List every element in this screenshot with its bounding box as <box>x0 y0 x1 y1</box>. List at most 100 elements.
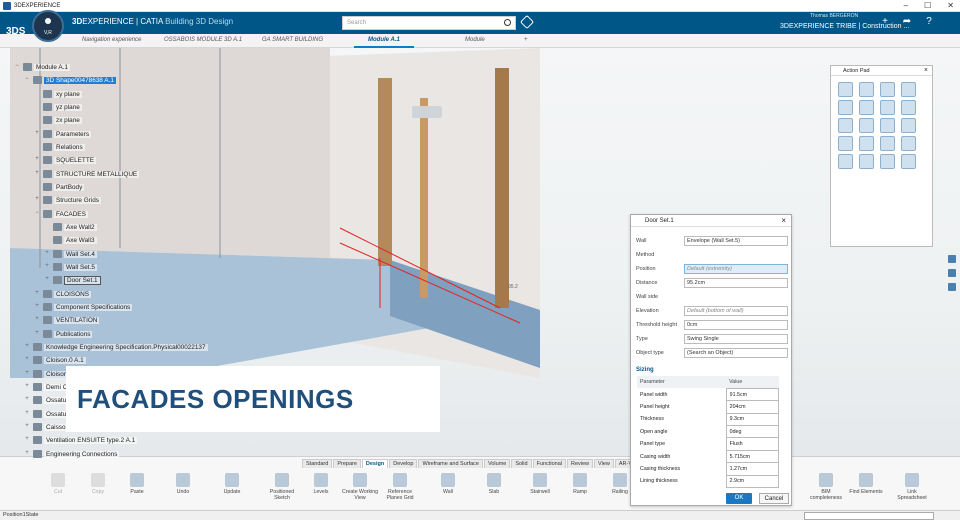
paste-button[interactable]: Paste <box>117 473 157 495</box>
panel-width-field[interactable]: 91.5cm <box>725 387 780 402</box>
tree-node[interactable]: + Publications <box>34 329 93 339</box>
panel-icon[interactable] <box>838 100 853 115</box>
tree-node[interactable]: + Component Specifications <box>34 302 133 312</box>
stairwell-button[interactable]: Stairwell <box>520 473 560 495</box>
position-select[interactable]: Default (extremity) <box>684 263 788 274</box>
formula-icon[interactable] <box>859 154 874 169</box>
tab-ga-smart-building[interactable]: GA SMART BUILDING <box>262 37 323 43</box>
shape-icon[interactable] <box>880 82 895 97</box>
pencil-icon[interactable] <box>838 82 853 97</box>
update-button[interactable]: Update <box>212 473 252 495</box>
ramp-button[interactable]: Ramp <box>560 473 600 495</box>
tab-wireframe-surface[interactable]: Wireframe and Surface <box>418 459 483 468</box>
assembly-icon[interactable] <box>859 136 874 151</box>
panel-type-select[interactable]: Flush <box>725 437 780 451</box>
method-options[interactable] <box>684 249 788 260</box>
tab-volume[interactable]: Volume <box>484 459 511 468</box>
measure-icon[interactable] <box>838 154 853 169</box>
tab-view[interactable]: View <box>594 459 614 468</box>
surface-icon[interactable] <box>859 100 874 115</box>
close-icon[interactable]: × <box>924 67 928 74</box>
thickness-field[interactable]: 9.3cm <box>725 412 780 427</box>
copy-button[interactable]: Copy <box>78 473 118 495</box>
cylinder-icon[interactable] <box>859 118 874 133</box>
tree-node[interactable]: − Module A.1 <box>14 62 70 72</box>
tree-node[interactable]: xy plane <box>34 89 82 99</box>
panel-height-field[interactable]: 204cm <box>725 400 780 414</box>
table-icon[interactable] <box>880 154 895 169</box>
tree-node[interactable]: + Wall Set.4 <box>44 249 97 259</box>
search-icon[interactable] <box>504 19 511 26</box>
tree-node[interactable]: + STRUCTURE METALLIQUE <box>34 169 140 179</box>
tree-node[interactable]: + SQUELETTE <box>34 155 96 165</box>
tree-node[interactable]: + Parameters <box>34 129 92 139</box>
tree-node[interactable]: zx plane <box>34 115 82 125</box>
tab-module-a1[interactable]: Module A.1 <box>354 37 414 48</box>
tab-solid[interactable]: Solid <box>511 459 532 468</box>
tab-functional[interactable]: Functional <box>532 459 566 468</box>
link-spreadsheet-button[interactable]: Link Spreadsheet <box>892 473 932 501</box>
tree-node[interactable]: + Wall Set.5 <box>44 262 97 272</box>
threshold-field[interactable]: 0cm <box>684 319 788 330</box>
tree-node[interactable]: + Door Set.1 <box>44 275 101 285</box>
settings-icon[interactable] <box>948 283 956 291</box>
bim-completeness-button[interactable]: BIM completeness <box>806 473 846 501</box>
tab-develop[interactable]: Develop <box>389 459 418 468</box>
casing-width-field[interactable]: 5.715cm <box>725 449 780 464</box>
layer-icon[interactable] <box>948 269 956 277</box>
maximize-button[interactable]: ☐ <box>924 1 931 10</box>
tree-node[interactable]: Axe Wall2 <box>44 222 97 232</box>
share-icon[interactable]: ➦ <box>900 16 914 27</box>
tab-module[interactable]: Module <box>465 37 485 43</box>
create-working-view-button[interactable]: Create Working View <box>340 473 380 501</box>
minimize-button[interactable]: – <box>904 1 908 10</box>
sizing-section-header[interactable]: Sizing <box>636 367 654 373</box>
search-input[interactable]: Search <box>342 16 516 30</box>
wall-side-buttons[interactable] <box>684 291 788 302</box>
tree-node[interactable]: + Cloison.0 A.1 <box>24 355 86 365</box>
wall-button[interactable]: Wall <box>428 473 468 495</box>
book-icon[interactable] <box>901 118 916 133</box>
cancel-button[interactable]: Cancel <box>759 493 789 504</box>
spreadsheet-icon[interactable] <box>901 154 916 169</box>
property-icon[interactable] <box>948 255 956 263</box>
transform-icon[interactable] <box>901 136 916 151</box>
reference-planes-grid-button[interactable]: Reference Planes Grid <box>380 473 420 501</box>
tree-node[interactable]: − FACADES <box>34 209 88 219</box>
help-icon[interactable]: ? <box>922 16 936 27</box>
positioned-sketch-button[interactable]: Positioned Sketch <box>262 473 302 501</box>
add-icon[interactable]: + <box>878 16 892 27</box>
status-input[interactable] <box>804 512 934 520</box>
pattern-icon[interactable] <box>880 136 895 151</box>
elevation-select[interactable]: Default (bottom of wall) <box>684 305 788 316</box>
solid-icon[interactable] <box>880 100 895 115</box>
tree-node[interactable]: + Engineering Connections <box>24 449 120 459</box>
close-icon[interactable]: × <box>781 216 786 225</box>
tab-prepare[interactable]: Prepare <box>333 459 361 468</box>
levels-button[interactable]: Levels <box>301 473 341 495</box>
tree-node[interactable]: + Structure Grids <box>34 195 101 205</box>
tab-design[interactable]: Design <box>361 459 389 468</box>
box-icon[interactable] <box>838 118 853 133</box>
group-icon[interactable] <box>838 136 853 151</box>
tree-node[interactable]: Axe Wall3 <box>44 235 97 245</box>
find-elements-button[interactable]: Find Elements <box>846 473 886 495</box>
close-button[interactable]: ✕ <box>947 1 954 10</box>
type-select[interactable]: Swing Single <box>684 333 788 344</box>
tree-node[interactable]: + VENTILATION <box>34 315 100 325</box>
tab-navigation-experience[interactable]: Navigation experience <box>82 37 141 43</box>
compass-widget[interactable]: V,R <box>32 10 64 42</box>
tree-node[interactable]: + CLOISONS <box>34 289 92 299</box>
action-pad-header[interactable]: Action Pad × <box>831 66 932 76</box>
object-type-search[interactable]: (Search an Object) <box>684 347 788 358</box>
tree-node[interactable]: yz plane <box>34 102 82 112</box>
door-panel-header[interactable]: Door Set.1 × <box>631 215 791 227</box>
tree-node[interactable]: Relations <box>34 142 85 152</box>
sheet-icon[interactable] <box>901 100 916 115</box>
distance-field[interactable]: 95.2cm <box>684 277 788 288</box>
stamp-icon[interactable] <box>859 82 874 97</box>
tree-node[interactable]: + Knowledge Engineering Specification.Phy… <box>24 342 208 352</box>
tree-node[interactable]: PartBody <box>34 182 85 192</box>
lining-thickness-field[interactable]: 2.9cm <box>725 474 780 489</box>
slab-button[interactable]: Slab <box>474 473 514 495</box>
